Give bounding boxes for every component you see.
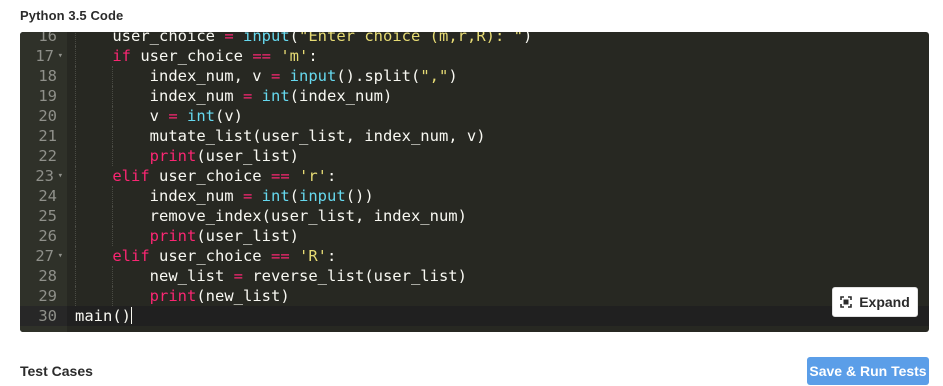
code-line[interactable]: 22 print(user_list) bbox=[20, 146, 929, 166]
line-number: 24 bbox=[38, 187, 57, 205]
code-line[interactable]: 26 print(user_list) bbox=[20, 226, 929, 246]
test-cases-title: Test Cases bbox=[20, 363, 93, 379]
fold-arrow-icon[interactable]: ▾ bbox=[58, 246, 63, 266]
save-run-tests-button[interactable]: Save & Run Tests bbox=[807, 357, 929, 385]
code-line[interactable]: 17 ▾ if user_choice == 'm': bbox=[20, 46, 929, 66]
code-lines: 16 user_choice = input("Enter choice (m,… bbox=[20, 32, 929, 326]
code-line[interactable]: 28 new_list = reverse_list(user_list) bbox=[20, 266, 929, 286]
line-number: 23 ▾ bbox=[35, 166, 63, 186]
code-line[interactable]: 18 index_num, v = input().split(",") bbox=[20, 66, 929, 86]
line-number: 20 bbox=[38, 107, 57, 125]
text-cursor bbox=[131, 307, 132, 324]
code-line[interactable]: 27 ▾ elif user_choice == 'R': bbox=[20, 246, 929, 266]
line-number: 17 ▾ bbox=[35, 46, 63, 66]
line-number: 27 ▾ bbox=[35, 246, 63, 266]
code-line[interactable]: 29 print(new_list) bbox=[20, 286, 929, 306]
line-number: 16 bbox=[38, 32, 57, 45]
line-number: 18 bbox=[38, 67, 57, 85]
code-line[interactable]: 25 remove_index(user_list, index_num) bbox=[20, 206, 929, 226]
expand-button[interactable]: Expand bbox=[832, 287, 918, 317]
code-line[interactable]: 24 index_num = int(input()) bbox=[20, 186, 929, 206]
code-line[interactable]: 23 ▾ elif user_choice == 'r': bbox=[20, 166, 929, 186]
line-number: 28 bbox=[38, 267, 57, 285]
line-number: 21 bbox=[38, 127, 57, 145]
fold-arrow-icon[interactable]: ▾ bbox=[58, 166, 63, 186]
line-number: 30 bbox=[20, 306, 67, 326]
code-section-title: Python 3.5 Code bbox=[20, 8, 124, 23]
code-line[interactable]: 20 v = int(v) bbox=[20, 106, 929, 126]
expand-icon bbox=[840, 296, 853, 308]
line-number: 29 bbox=[38, 287, 57, 305]
code-exercise-panel: Python 3.5 Code 16 user_choice = input("… bbox=[0, 0, 943, 386]
expand-label: Expand bbox=[859, 294, 910, 310]
line-number: 25 bbox=[38, 207, 57, 225]
code-line[interactable]: 21 mutate_list(user_list, index_num, v) bbox=[20, 126, 929, 146]
code-editor[interactable]: 16 user_choice = input("Enter choice (m,… bbox=[20, 32, 929, 332]
code-line[interactable]: 19 index_num = int(index_num) bbox=[20, 86, 929, 106]
code-line-active[interactable]: 30 main() bbox=[20, 306, 929, 326]
code-line[interactable]: 16 user_choice = input("Enter choice (m,… bbox=[20, 32, 929, 46]
fold-arrow-icon[interactable]: ▾ bbox=[58, 46, 63, 66]
line-number: 26 bbox=[38, 227, 57, 245]
line-number: 22 bbox=[38, 147, 57, 165]
line-number: 19 bbox=[38, 87, 57, 105]
